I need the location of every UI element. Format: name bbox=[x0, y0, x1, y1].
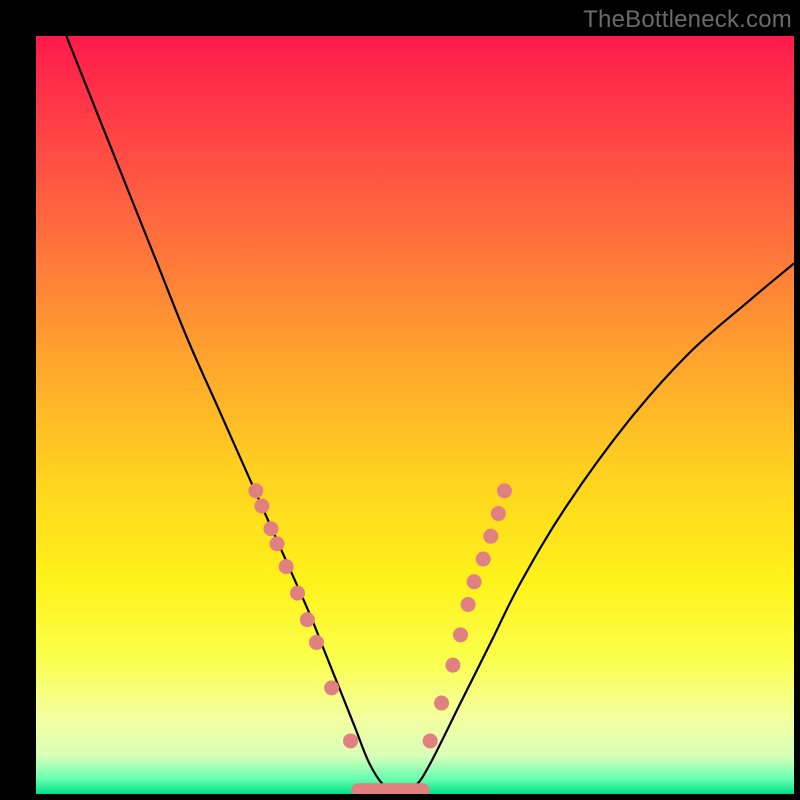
marker-dot bbox=[263, 521, 278, 536]
marker-dot bbox=[324, 680, 339, 695]
marker-dot bbox=[279, 559, 294, 574]
marker-dot bbox=[483, 529, 498, 544]
marker-dot bbox=[461, 597, 476, 612]
watermark-text: TheBottleneck.com bbox=[583, 6, 792, 34]
marker-dot bbox=[290, 586, 305, 601]
marker-dot bbox=[445, 658, 460, 673]
curve-line bbox=[66, 36, 794, 794]
markers-left bbox=[248, 483, 358, 748]
marker-dot bbox=[309, 635, 324, 650]
marker-dot bbox=[270, 536, 285, 551]
marker-dot bbox=[453, 627, 468, 642]
chart-svg bbox=[36, 36, 794, 794]
chart-frame: TheBottleneck.com bbox=[0, 0, 800, 800]
marker-dot bbox=[343, 733, 358, 748]
markers-right bbox=[423, 483, 512, 748]
marker-dot bbox=[423, 733, 438, 748]
marker-dot bbox=[300, 612, 315, 627]
plot-area bbox=[36, 36, 794, 794]
marker-dot bbox=[248, 483, 263, 498]
marker-dot bbox=[254, 498, 269, 513]
marker-dot bbox=[491, 506, 506, 521]
marker-dot bbox=[476, 552, 491, 567]
marker-dot bbox=[467, 574, 482, 589]
marker-dot bbox=[434, 696, 449, 711]
marker-dot bbox=[497, 483, 512, 498]
